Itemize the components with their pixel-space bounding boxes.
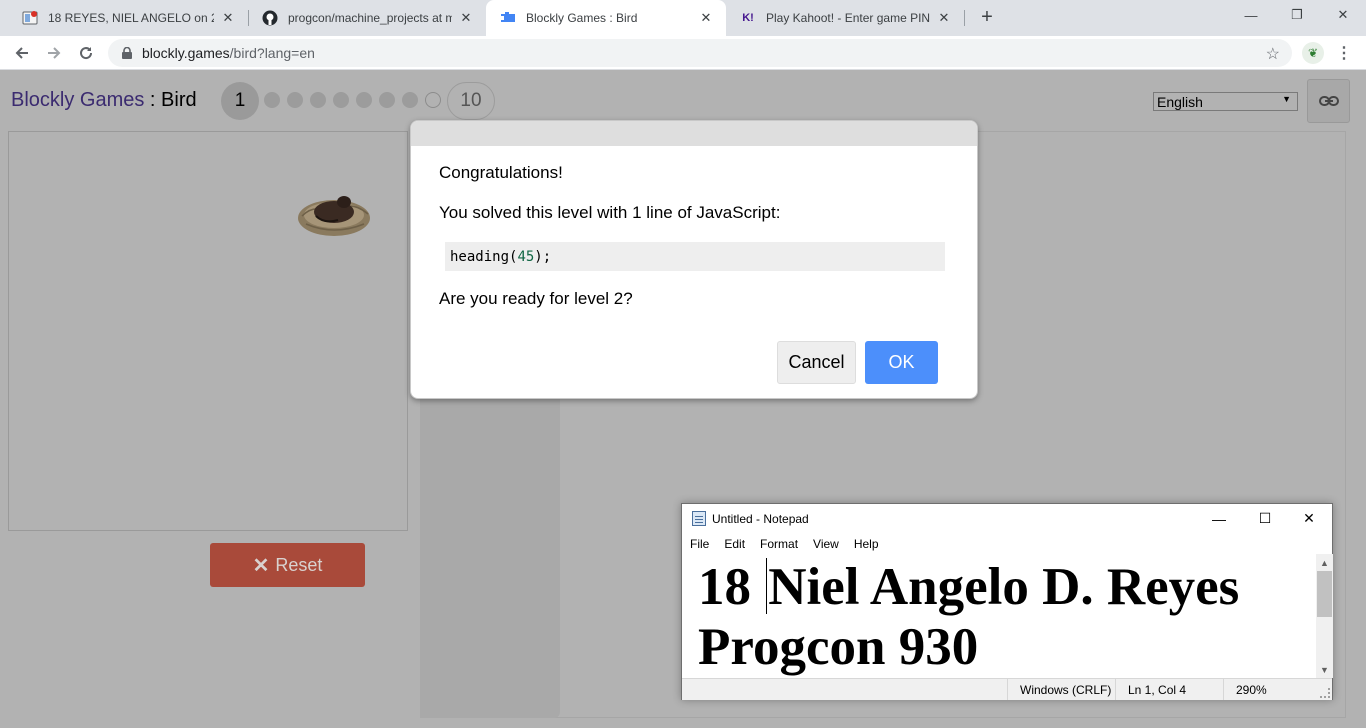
level-dot[interactable] (310, 92, 326, 108)
cancel-button[interactable]: Cancel (777, 341, 856, 384)
level-dot[interactable] (287, 92, 303, 108)
link-button[interactable] (1307, 79, 1350, 123)
notepad-maximize-button[interactable]: ☐ (1242, 504, 1288, 533)
level-dot[interactable] (402, 92, 418, 108)
tab-title: Blockly Games : Bird (526, 11, 638, 25)
tab-title: 18 REYES, NIEL ANGELO on 2019 (48, 11, 214, 25)
reload-button[interactable] (72, 39, 100, 67)
reset-label: Reset (275, 554, 323, 575)
game-name: Bird (161, 89, 197, 111)
app-name-link[interactable]: Blockly Games (11, 89, 144, 111)
notepad-icon (692, 511, 706, 526)
arrow-left-icon (15, 47, 28, 59)
close-tab-icon[interactable]: ✕ (936, 10, 952, 26)
close-tab-icon[interactable]: ✕ (458, 10, 474, 26)
notepad-text-area[interactable]: 18 Niel Angelo D. Reyes Progcon 930 (698, 557, 1308, 677)
menu-file[interactable]: File (682, 537, 716, 551)
text-line-2: Progcon 930 (698, 618, 979, 676)
tab-github[interactable]: progcon/machine_projects at ma ✕ (248, 0, 486, 36)
new-tab-button[interactable]: + (976, 6, 998, 28)
address-bar[interactable]: blockly.games/bird?lang=en ☆ (108, 39, 1292, 67)
text-after-caret: Niel Angelo D. Reyes (768, 558, 1240, 616)
notepad-title: Untitled - Notepad (712, 512, 809, 526)
resize-grip-icon[interactable] (1320, 688, 1330, 698)
scrollbar-thumb[interactable] (1317, 571, 1332, 617)
page-title: Blockly Games : Bird (11, 89, 197, 112)
arrow-right-icon (48, 47, 61, 59)
level-dot[interactable] (356, 92, 372, 108)
menu-edit[interactable]: Edit (716, 537, 752, 551)
url-host: blockly.games (142, 45, 230, 61)
dropdown-arrow-icon: ▼ (1282, 94, 1291, 104)
level-dot[interactable] (425, 92, 441, 108)
level-10-indicator[interactable]: 10 (447, 82, 495, 120)
restore-window-button[interactable]: ❐ (1274, 0, 1320, 30)
tab-divider (964, 10, 965, 26)
notepad-statusbar: Windows (CRLF) Ln 1, Col 4 290% (682, 678, 1332, 700)
browser-menu-icon[interactable]: ⋮ (1334, 42, 1354, 64)
notepad-window: Untitled - Notepad — ☐ ✕ File Edit Forma… (681, 503, 1333, 700)
dialog-question: Are you ready for level 2? (439, 289, 633, 308)
link-icon (1318, 96, 1339, 106)
code-end: ); (534, 248, 552, 265)
tab-kahoot[interactable]: K! Play Kahoot! - Enter game PIN he ✕ (726, 0, 964, 36)
bookmark-star-icon[interactable]: ☆ (1266, 44, 1280, 64)
blockly-icon (500, 10, 516, 26)
level-dot[interactable] (333, 92, 349, 108)
scroll-up-icon[interactable]: ▲ (1316, 554, 1333, 571)
browser-toolbar: blockly.games/bird?lang=en ☆ ❦ ⋮ (0, 36, 1366, 70)
scroll-down-icon[interactable]: ▼ (1316, 661, 1333, 678)
language-value: English (1157, 93, 1203, 110)
congratulations-dialog: Congratulations! You solved this level w… (410, 120, 978, 399)
github-icon (262, 10, 278, 26)
status-zoom: 290% (1223, 679, 1323, 700)
notepad-minimize-button[interactable]: — (1196, 504, 1242, 533)
notepad-menubar: File Edit Format View Help (682, 534, 1332, 554)
ok-button[interactable]: OK (865, 341, 938, 384)
tab-title: progcon/machine_projects at ma (288, 11, 452, 25)
tab-strip: 18 REYES, NIEL ANGELO on 2019 ✕ progcon/… (0, 0, 1366, 36)
status-encoding: Windows (CRLF) (1007, 679, 1113, 700)
text-before-caret: 18 (698, 558, 765, 616)
title-separator: : (144, 89, 162, 111)
minimize-window-button[interactable]: — (1228, 0, 1274, 30)
game-canvas (8, 131, 408, 531)
code-snippet: heading(45); (445, 242, 945, 271)
code-function: heading( (450, 248, 518, 265)
menu-help[interactable]: Help (846, 537, 886, 551)
close-tab-icon[interactable]: ✕ (220, 10, 236, 26)
code-argument: 45 (517, 248, 535, 265)
language-select[interactable]: English ▼ (1153, 92, 1298, 111)
url-path: /bird?lang=en (229, 45, 315, 61)
extension-icon[interactable]: ❦ (1302, 42, 1324, 64)
close-window-button[interactable]: ✕ (1320, 0, 1366, 30)
dialog-heading: Congratulations! (439, 163, 563, 182)
tab-blockly[interactable]: Blockly Games : Bird ✕ (486, 0, 726, 36)
lock-icon (120, 46, 134, 60)
back-button[interactable] (8, 39, 36, 67)
menu-format[interactable]: Format (752, 537, 805, 551)
reset-button[interactable]: ✕ Reset (210, 543, 365, 587)
close-tab-icon[interactable]: ✕ (698, 10, 714, 26)
vertical-scrollbar[interactable]: ▲ ▼ (1316, 554, 1333, 678)
level-dot[interactable] (379, 92, 395, 108)
menu-view[interactable]: View (805, 537, 846, 551)
level-1-indicator[interactable]: 1 (221, 82, 259, 120)
close-x-icon: ✕ (252, 554, 270, 577)
text-line-1: 18 Niel Angelo D. Reyes (698, 557, 1308, 617)
tab-title: Play Kahoot! - Enter game PIN he (766, 11, 930, 25)
dialog-message: You solved this level with 1 line of Jav… (439, 203, 781, 222)
level-dot[interactable] (264, 92, 280, 108)
kahoot-icon: K! (742, 12, 754, 24)
notepad-titlebar[interactable]: Untitled - Notepad — ☐ ✕ (682, 504, 1332, 533)
classroom-icon (22, 10, 38, 26)
dialog-header[interactable] (411, 121, 977, 146)
forward-button[interactable] (40, 39, 68, 67)
status-position: Ln 1, Col 4 (1115, 679, 1223, 700)
tab-classroom[interactable]: 18 REYES, NIEL ANGELO on 2019 ✕ (8, 0, 248, 36)
notepad-close-button[interactable]: ✕ (1286, 504, 1332, 533)
bird-nest-image (294, 184, 374, 240)
reload-icon (80, 47, 93, 60)
